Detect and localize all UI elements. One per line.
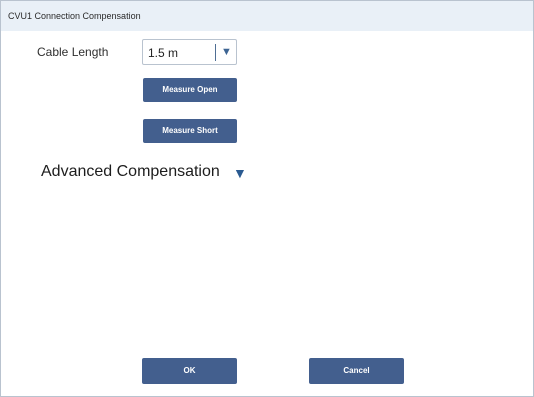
select-divider <box>215 44 216 61</box>
title-bar: CVU1 Connection Compensation <box>1 1 533 31</box>
measure-short-button[interactable]: Measure Short <box>143 119 237 143</box>
cable-length-value: 1.5 m <box>148 46 179 60</box>
cable-length-select[interactable]: 1.5 m ▼ <box>142 39 237 65</box>
chevron-down-icon[interactable]: ▼ <box>221 45 232 59</box>
dialog-window: CVU1 Connection Compensation Cable Lengt… <box>0 0 534 397</box>
cable-length-label: Cable Length <box>37 45 109 59</box>
advanced-compensation-heading: Advanced Compensation <box>41 163 220 180</box>
window-title: CVU1 Connection Compensation <box>8 11 141 21</box>
triangle-down-icon[interactable]: ▼ <box>233 165 247 181</box>
measure-open-button[interactable]: Measure Open <box>143 78 237 102</box>
cancel-button[interactable]: Cancel <box>309 358 404 384</box>
ok-button[interactable]: OK <box>142 358 237 384</box>
